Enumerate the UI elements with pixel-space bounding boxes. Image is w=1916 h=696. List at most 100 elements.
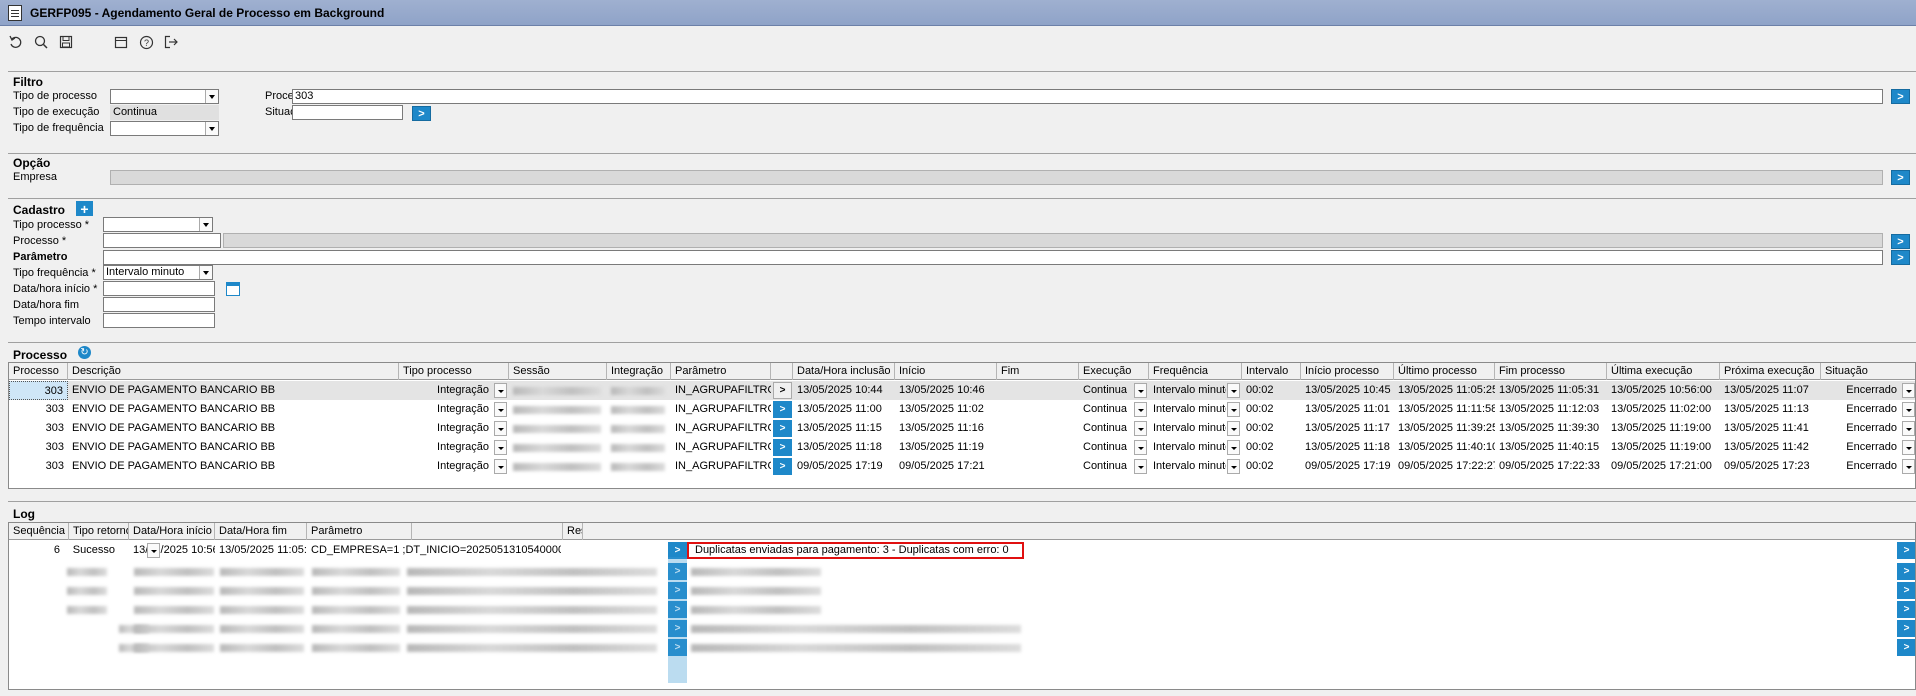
tipo-processo-select[interactable] bbox=[110, 89, 219, 104]
chevron-down-icon[interactable] bbox=[1227, 421, 1240, 436]
col-header[interactable]: Tipo retorno bbox=[69, 523, 129, 540]
col-header[interactable]: Data/Hora início bbox=[129, 523, 215, 540]
add-cadastro-button[interactable]: + bbox=[76, 201, 93, 216]
chevron-down-icon[interactable] bbox=[1227, 402, 1240, 417]
search-icon[interactable] bbox=[32, 33, 50, 51]
col-header[interactable]: Data/Hora inclusão bbox=[793, 363, 895, 380]
row-go-button[interactable]: > bbox=[1897, 563, 1915, 580]
empresa-go-button[interactable]: > bbox=[1891, 170, 1910, 185]
chevron-down-icon[interactable] bbox=[147, 543, 160, 558]
row-go-button[interactable]: > bbox=[1897, 582, 1915, 599]
empresa-input[interactable] bbox=[110, 170, 1883, 185]
col-header[interactable]: Fim bbox=[997, 363, 1079, 380]
col-header[interactable]: Execução bbox=[1079, 363, 1149, 380]
data-inicio-input[interactable] bbox=[103, 281, 215, 296]
table-row[interactable]: 303 ENVIO DE PAGAMENTO BANCARIO BB Integra… bbox=[9, 419, 1915, 438]
tempo-intervalo-input[interactable] bbox=[103, 313, 215, 328]
chevron-down-icon[interactable] bbox=[1902, 440, 1915, 455]
chevron-down-icon[interactable] bbox=[1902, 421, 1915, 436]
col-header[interactable]: Próxima execução bbox=[1720, 363, 1821, 380]
undo-icon[interactable] bbox=[7, 33, 25, 51]
table-row[interactable]: 303 ENVIO DE PAGAMENTO BANCARIO BB Integra… bbox=[9, 438, 1915, 457]
chevron-down-icon[interactable] bbox=[494, 402, 507, 417]
row-parametro-button[interactable]: > bbox=[773, 401, 792, 418]
col-header[interactable]: Última execução bbox=[1607, 363, 1720, 380]
parametro-heading: Parâmetro bbox=[13, 251, 68, 263]
row-go-button[interactable]: > bbox=[1897, 620, 1915, 637]
row-go-button[interactable]: > bbox=[1897, 639, 1915, 656]
cad-tipo-processo-select[interactable] bbox=[103, 217, 213, 232]
table-row[interactable]: 303 ENVIO DE PAGAMENTO BANCARIO BB Integra… bbox=[9, 400, 1915, 419]
calendar-icon[interactable] bbox=[112, 33, 130, 51]
chevron-down-icon[interactable] bbox=[1134, 440, 1147, 455]
chevron-down-icon[interactable] bbox=[1227, 440, 1240, 455]
situacao-input[interactable] bbox=[292, 105, 403, 120]
chevron-down-icon[interactable] bbox=[1134, 421, 1147, 436]
chevron-down-icon[interactable] bbox=[205, 122, 218, 135]
col-header[interactable]: Intervalo bbox=[1242, 363, 1301, 380]
col-header[interactable]: Sequência bbox=[9, 523, 69, 540]
chevron-down-icon[interactable] bbox=[1227, 459, 1240, 474]
help-icon[interactable]: ? bbox=[137, 33, 155, 51]
col-header[interactable]: Sessão bbox=[509, 363, 607, 380]
chevron-down-icon[interactable] bbox=[1134, 459, 1147, 474]
chevron-down-icon[interactable] bbox=[199, 266, 212, 279]
chevron-down-icon[interactable] bbox=[1902, 459, 1915, 474]
col-header[interactable]: Início processo bbox=[1301, 363, 1394, 380]
col-header[interactable]: Fim processo bbox=[1495, 363, 1607, 380]
cell-parametro: IN_AGRUPAFILTRO bbox=[675, 384, 771, 396]
chevron-down-icon[interactable] bbox=[494, 440, 507, 455]
refresh-icon[interactable]: ↻ bbox=[78, 346, 91, 359]
redacted-cell bbox=[513, 425, 601, 433]
col-header[interactable] bbox=[412, 523, 563, 540]
cad-processo-input[interactable] bbox=[103, 233, 221, 248]
col-header[interactable]: Resultado bbox=[563, 523, 583, 540]
col-header[interactable]: Data/Hora fim bbox=[215, 523, 307, 540]
data-fim-input[interactable] bbox=[103, 297, 215, 312]
col-header[interactable]: Processo bbox=[9, 363, 68, 380]
data-inicio-label: Data/hora início * bbox=[13, 283, 98, 295]
chevron-down-icon[interactable] bbox=[199, 218, 212, 231]
chevron-down-icon[interactable] bbox=[494, 459, 507, 474]
situacao-go-button[interactable]: > bbox=[412, 106, 431, 121]
chevron-down-icon[interactable] bbox=[1902, 402, 1915, 417]
cad-tipo-frequencia-select[interactable]: Intervalo minuto bbox=[103, 265, 213, 280]
chevron-down-icon[interactable] bbox=[205, 90, 218, 103]
chevron-down-icon[interactable] bbox=[494, 421, 507, 436]
row-parametro-button[interactable]: > bbox=[773, 420, 792, 437]
redacted-cell bbox=[134, 587, 214, 595]
col-header[interactable]: Parâmetro bbox=[307, 523, 412, 540]
tipo-frequencia-select[interactable] bbox=[110, 121, 219, 136]
col-header[interactable] bbox=[771, 363, 793, 380]
table-row[interactable]: 303 ENVIO DE PAGAMENTO BANCARIO BB Integra… bbox=[9, 381, 1915, 400]
chevron-down-icon[interactable] bbox=[1134, 402, 1147, 417]
cad-processo-go-button[interactable]: > bbox=[1891, 234, 1910, 249]
chevron-down-icon[interactable] bbox=[1134, 383, 1147, 398]
col-header[interactable]: Integração bbox=[607, 363, 671, 380]
parametro-go-button[interactable]: > bbox=[1891, 250, 1910, 265]
chevron-down-icon[interactable] bbox=[1227, 383, 1240, 398]
row-parametro-button[interactable]: > bbox=[773, 382, 792, 399]
chevron-down-icon[interactable] bbox=[1902, 383, 1915, 398]
exit-icon[interactable] bbox=[162, 33, 180, 51]
row-go-button[interactable]: > bbox=[1897, 601, 1915, 618]
row-parametro-button[interactable]: > bbox=[773, 458, 792, 475]
chevron-down-icon[interactable] bbox=[494, 383, 507, 398]
col-header[interactable]: Descrição bbox=[68, 363, 399, 380]
row-parametro-button[interactable]: > bbox=[773, 439, 792, 456]
tipo-execucao-field[interactable]: Continua bbox=[110, 105, 219, 120]
col-header[interactable]: Frequência bbox=[1149, 363, 1242, 380]
col-header[interactable]: Parâmetro bbox=[671, 363, 771, 380]
row-go-button[interactable]: > bbox=[1897, 542, 1915, 559]
col-header[interactable]: Tipo processo bbox=[399, 363, 509, 380]
table-row[interactable]: 303 ENVIO DE PAGAMENTO BANCARIO BB Integra… bbox=[9, 457, 1915, 476]
empresa-label: Empresa bbox=[13, 171, 58, 183]
processo-input[interactable]: 303 bbox=[292, 89, 1883, 104]
col-header[interactable]: Início bbox=[895, 363, 997, 380]
filtro-go-button[interactable]: > bbox=[1891, 89, 1910, 104]
save-icon[interactable] bbox=[57, 33, 75, 51]
col-header[interactable]: Último processo bbox=[1394, 363, 1495, 380]
calendar-icon[interactable] bbox=[226, 282, 240, 296]
parametro-input[interactable] bbox=[103, 250, 1883, 265]
col-header[interactable]: Situação bbox=[1821, 363, 1915, 380]
